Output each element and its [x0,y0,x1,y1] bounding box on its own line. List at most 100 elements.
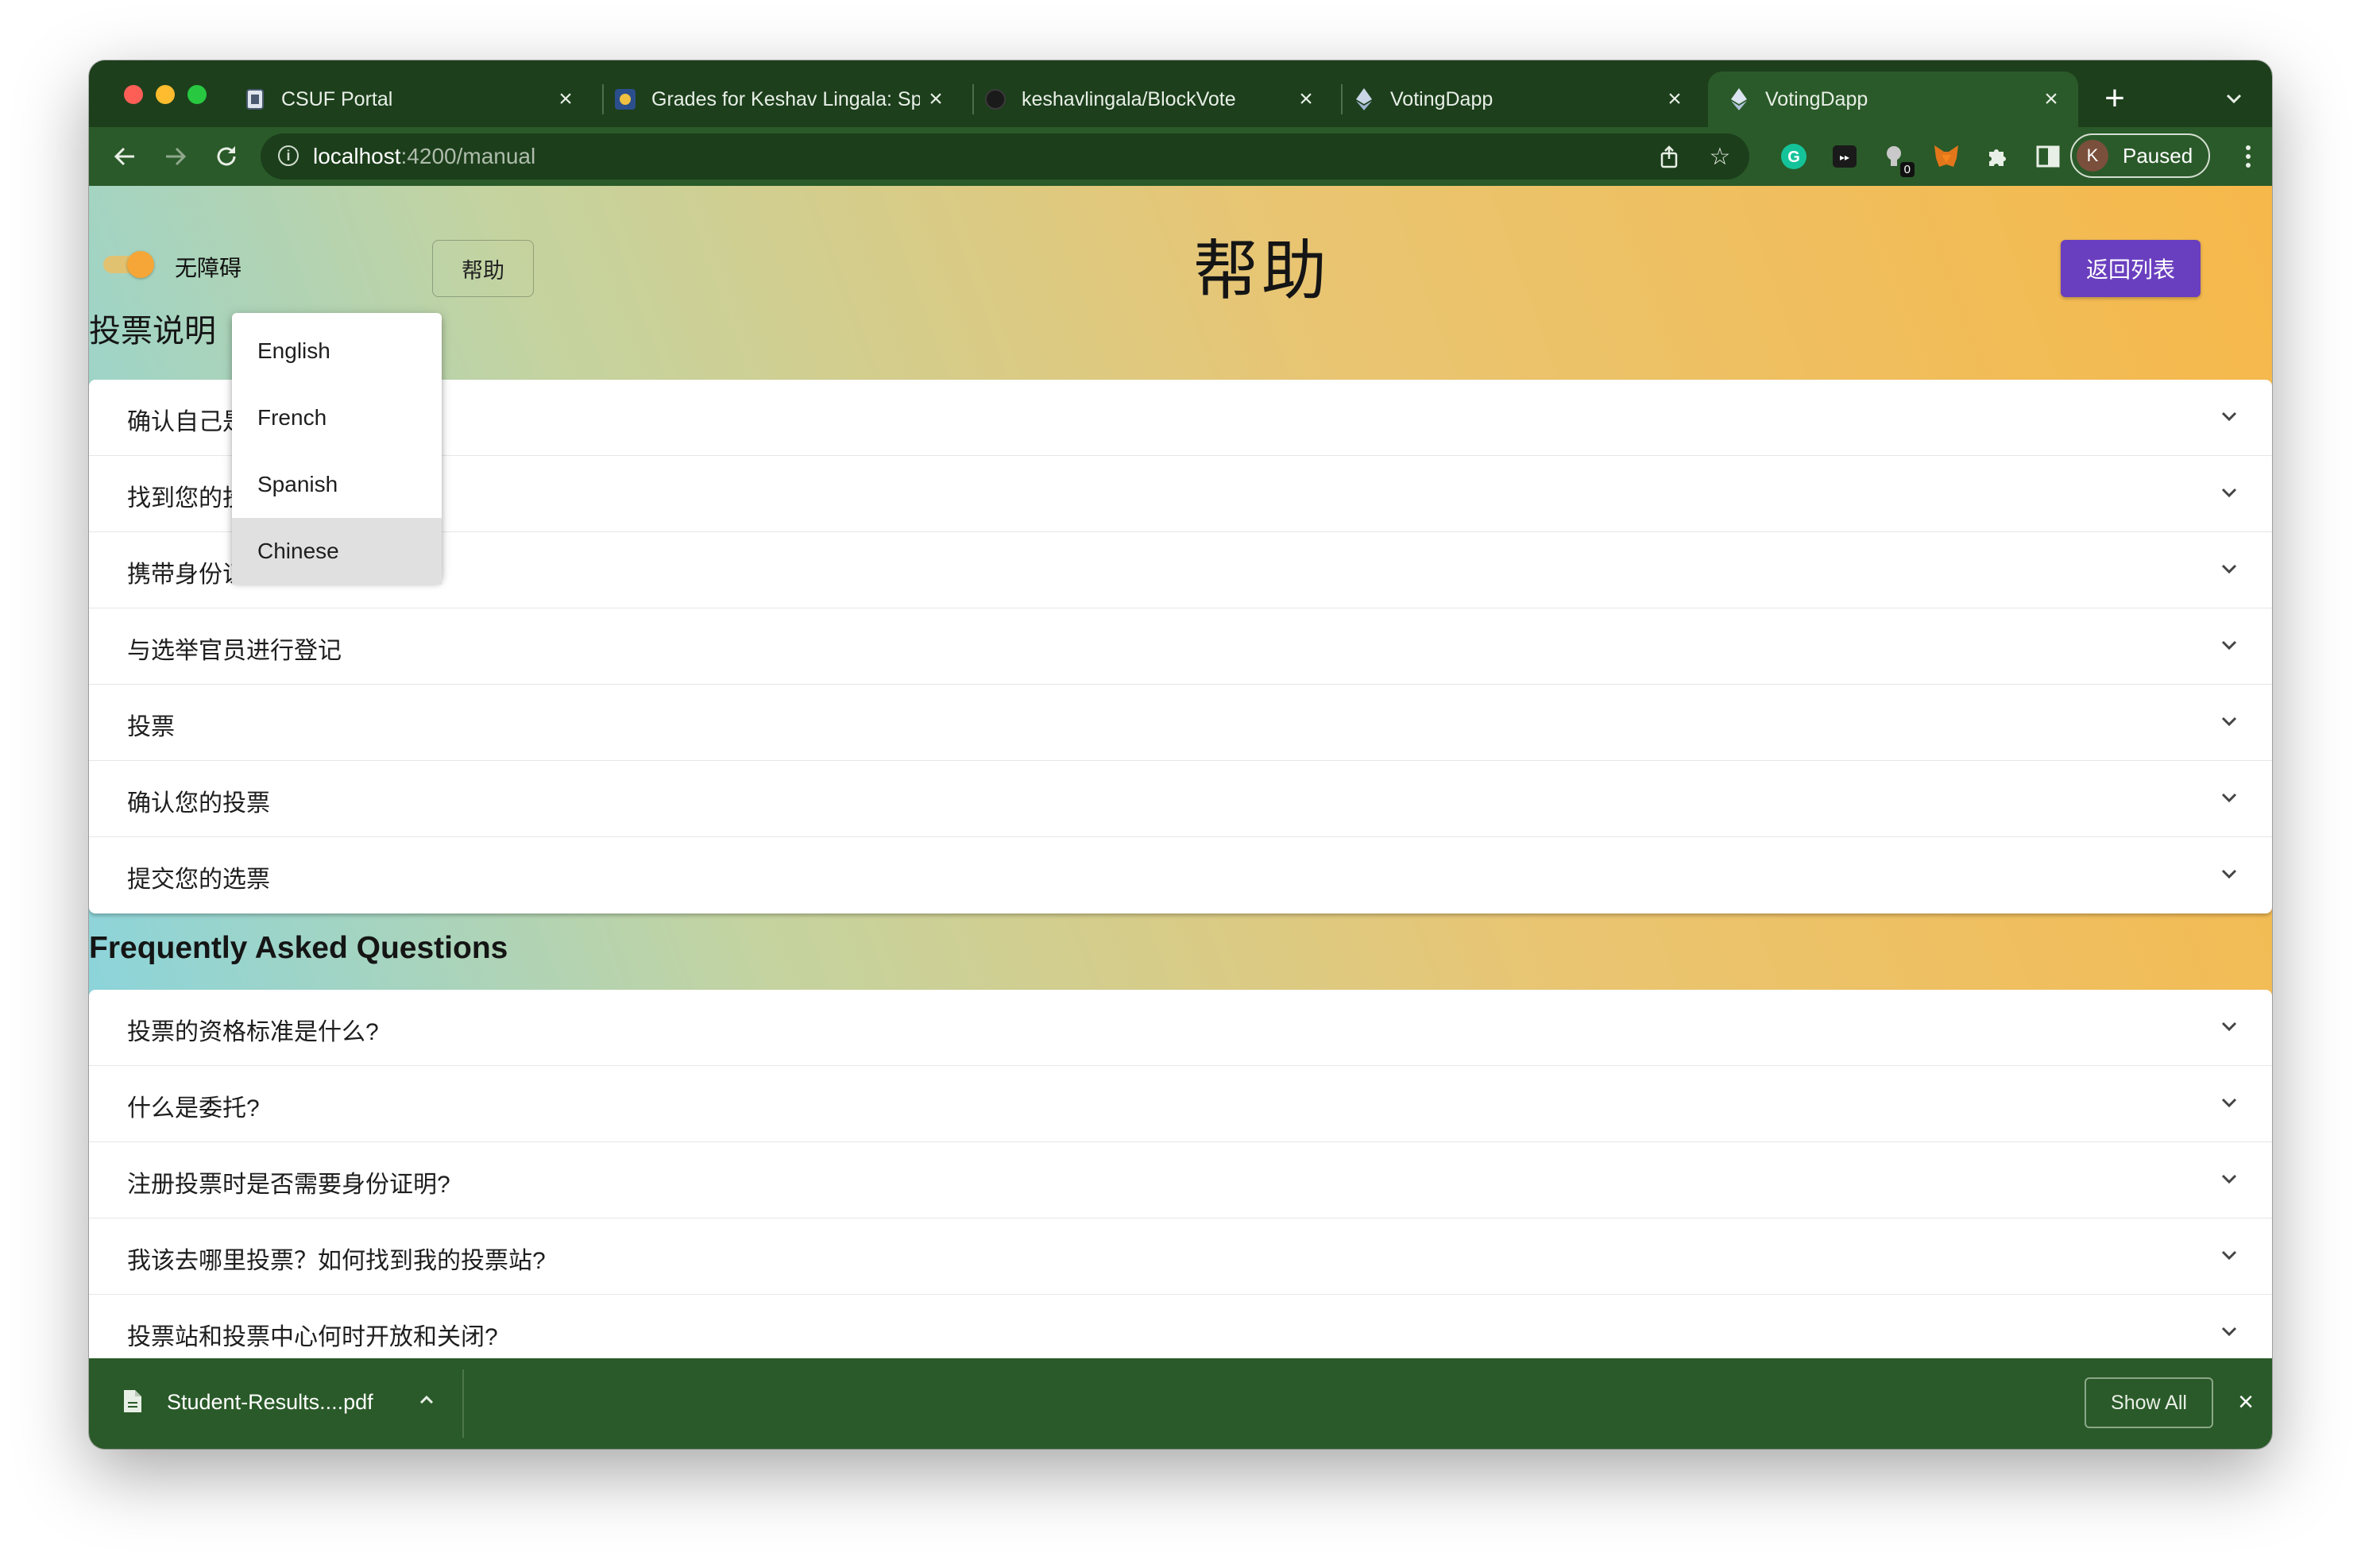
page-title: 帮助 [1193,235,1331,307]
canvas-icon [613,87,637,111]
accordion-item-label: 提交您的选票 [127,867,270,893]
faq-accordion: 投票的资格标准是什么? 什么是委托? 注册投票时是否需要身份证明? 我该去哪里投… [89,990,2272,1371]
close-icon[interactable]: × [2231,1387,2261,1417]
tab-votingdapp-active[interactable]: VotingDapp × [1708,71,2078,127]
info-icon[interactable]: i [278,145,299,166]
extension-with-badge-icon[interactable]: 0 [1878,139,1915,177]
arrow-left-icon [114,147,134,166]
tab-csuf-portal[interactable]: CSUF Portal × [224,71,593,127]
accordion-item-label: 我该去哪里投票？如何找到我的投票站? [127,1248,546,1274]
reload-button[interactable] [207,137,246,176]
chevron-down-icon [2221,716,2237,727]
chevron-down-icon [2221,1250,2237,1261]
accordion-item[interactable]: 注册投票时是否需要身份证明? [89,1142,2272,1218]
back-to-list-button[interactable]: 返回列表 [2061,240,2201,297]
url-text[interactable]: localhost:4200/manual [313,144,535,169]
accordion-item[interactable]: 提交您的选票 [89,837,2272,913]
svg-text:G: G [1787,149,1800,166]
new-tab-button[interactable]: + [2091,75,2139,122]
chevron-up-icon[interactable] [413,1387,440,1414]
toggle-knob [127,251,154,278]
browser-toolbar: i localhost:4200/manual ☆ G ▸▸ 0 K Pause… [89,127,2272,186]
accordion-item-label: 确认自己是 [127,409,246,435]
accordion-item-label: 注册投票时是否需要身份证明? [127,1172,450,1198]
divider [462,1369,464,1438]
ethereum-icon [1727,87,1751,111]
chevron-down-icon [2221,564,2237,574]
close-tab-icon[interactable]: × [1290,86,1322,113]
language-menu: English French Spanish Chinese [232,313,442,585]
instructions-title: 投票说明 [89,314,216,349]
file-icon [124,1390,141,1412]
chevron-down-icon [2221,1174,2237,1184]
profile-button[interactable]: K Paused [2070,133,2210,178]
svg-text:▸▸: ▸▸ [1840,152,1849,163]
accordion-item[interactable]: 什么是委托? [89,1066,2272,1142]
help-button[interactable]: 帮助 [432,240,534,297]
grammarly-icon[interactable]: G [1776,139,1811,174]
close-tab-icon[interactable]: × [920,86,952,113]
chevron-down-icon [2221,1098,2237,1108]
close-tab-icon[interactable]: × [1659,86,1691,113]
profile-status: Paused [2123,143,2193,168]
chevron-down-icon [2221,1022,2237,1032]
page-content: 无障碍 帮助 帮助 返回列表 投票说明 确认自己是 找到您的投 携带身份证明 与… [89,186,2272,1422]
tab-github[interactable]: keshavlingala/BlockVote × [964,71,1333,127]
tab-strip: CSUF Portal × Grades for Keshav Lingala:… [89,60,2272,127]
tab-grades[interactable]: Grades for Keshav Lingala: Sp × [594,71,963,127]
media-extension-icon[interactable]: ▸▸ [1827,139,1862,174]
github-icon [983,87,1007,111]
tab-title: Grades for Keshav Lingala: Sp [651,87,920,110]
accordion-item-label: 什么是委托? [127,1095,260,1122]
accordion-item[interactable]: 投票的资格标准是什么? [89,990,2272,1066]
close-tab-icon[interactable]: × [2035,86,2067,113]
chevron-down-icon [2226,94,2242,104]
metamask-fox-icon[interactable] [1929,139,1964,174]
accordion-item[interactable]: 与选举官员进行登记 [89,608,2272,685]
kebab-menu-icon[interactable] [2231,139,2266,174]
back-button[interactable] [105,137,145,176]
tab-votingdapp[interactable]: VotingDapp × [1333,71,1702,127]
share-icon[interactable] [1652,140,1686,173]
accordion-item[interactable]: 确认您的投票 [89,761,2272,837]
chevron-down-icon [2221,411,2237,422]
plus-icon: + [2104,79,2125,118]
chevron-down-icon [2221,793,2237,803]
tab-title: CSUF Portal [281,87,393,110]
arrow-right-icon [166,147,187,166]
close-window-button[interactable] [124,85,143,104]
address-bar[interactable]: i localhost:4200/manual ☆ [261,133,1749,180]
accordion-item-label: 与选举官员进行登记 [127,638,342,664]
puzzle-extensions-icon[interactable] [1980,139,2015,174]
minimize-window-button[interactable] [156,85,175,104]
zoom-window-button[interactable] [187,85,207,104]
tab-search-button[interactable] [2218,83,2250,114]
language-option-spanish[interactable]: Spanish [232,451,442,518]
accordion-item-label: 投票的资格标准是什么? [127,1019,379,1045]
accordion-item-label: 投票站和投票中心何时开放和关闭? [127,1324,498,1350]
side-panel-icon[interactable] [2031,139,2065,174]
show-all-button[interactable]: Show All [2085,1377,2213,1428]
extension-badge: 0 [1899,162,1915,177]
ethereum-icon [1352,87,1376,111]
accessibility-label: 无障碍 [175,256,242,280]
chevron-down-icon [2221,488,2237,498]
close-tab-icon[interactable]: × [550,86,582,113]
accordion-item[interactable]: 投票 [89,685,2272,761]
accessibility-toggle[interactable] [103,251,154,278]
chevron-down-icon [2221,640,2237,651]
accordion-item-label: 找到您的投 [127,485,246,512]
reload-icon [217,146,236,166]
download-bar: Student-Results....pdf Show All × [89,1358,2272,1449]
language-option-french[interactable]: French [232,384,442,451]
bookmark-star-icon[interactable]: ☆ [1703,140,1737,173]
forward-button[interactable] [156,137,195,176]
language-option-chinese[interactable]: Chinese [232,518,442,585]
accordion-item-label: 确认您的投票 [127,790,270,817]
language-option-english[interactable]: English [232,318,442,384]
avatar: K [2077,140,2108,172]
download-file-name[interactable]: Student-Results....pdf [167,1390,373,1415]
tab-title: keshavlingala/BlockVote [1022,87,1236,110]
faq-title: Frequently Asked Questions [89,931,508,965]
accordion-item[interactable]: 我该去哪里投票？如何找到我的投票站? [89,1218,2272,1295]
